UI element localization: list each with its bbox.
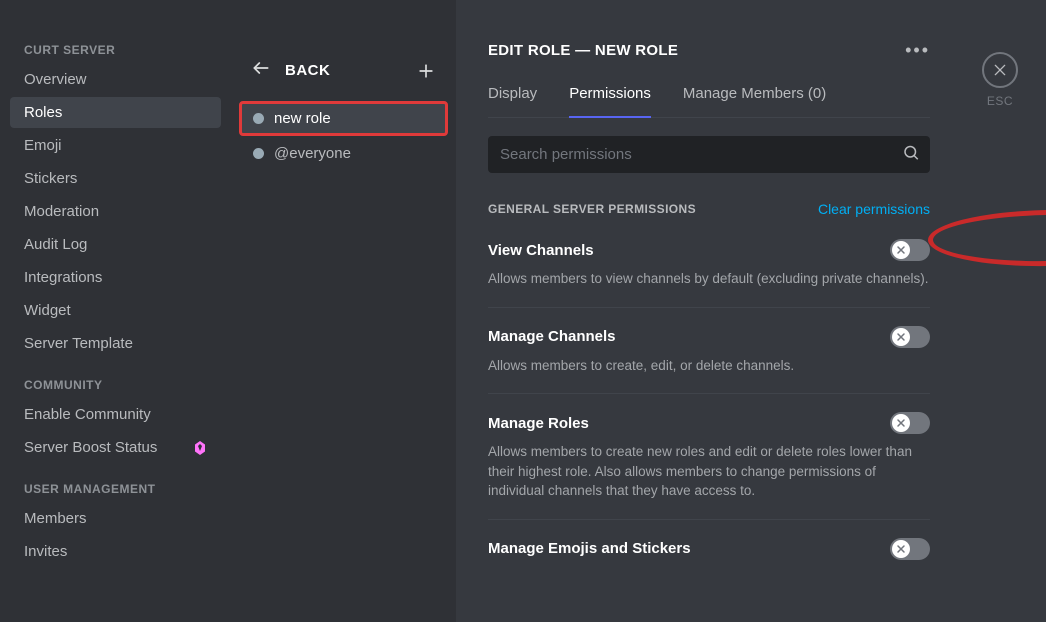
permission-manage-roles: Manage Roles Allows members to create ne… [488, 412, 930, 520]
sidebar-section-server: CURT SERVER [10, 25, 221, 63]
sidebar-item-overview[interactable]: Overview [10, 64, 221, 95]
close-button[interactable] [982, 52, 1018, 88]
sidebar-item-emoji[interactable]: Emoji [10, 130, 221, 161]
search-icon [902, 143, 920, 166]
sidebar-item-label: Overview [24, 71, 87, 88]
arrow-left-icon [251, 58, 271, 83]
sidebar-item-stickers[interactable]: Stickers [10, 163, 221, 194]
clear-permissions-link[interactable]: Clear permissions [818, 201, 930, 217]
role-name-label: new role [274, 110, 331, 127]
toggle-knob [892, 328, 910, 346]
toggle-knob [892, 241, 910, 259]
boost-gem-icon [193, 441, 207, 455]
permission-manage-channels: Manage Channels Allows members to create… [488, 326, 930, 395]
toggle-knob [892, 540, 910, 558]
roles-header-row: BACK [239, 50, 448, 101]
role-tabs: Display Permissions Manage Members (0) [488, 85, 930, 118]
permission-name: Manage Roles [488, 415, 589, 432]
search-permissions-input[interactable] [488, 136, 930, 173]
permission-description: Allows members to create new roles and e… [488, 442, 930, 501]
permissions-section-header: GENERAL SERVER PERMISSIONS [488, 202, 696, 216]
sidebar-item-roles[interactable]: Roles [10, 97, 221, 128]
server-settings-sidebar: CURT SERVER Overview Roles Emoji Sticker… [0, 0, 231, 622]
permission-description: Allows members to view channels by defau… [488, 269, 930, 289]
sidebar-item-label: Server Boost Status [24, 439, 157, 456]
sidebar-item-widget[interactable]: Widget [10, 295, 221, 326]
permission-name: View Channels [488, 242, 594, 259]
sidebar-section-user-management: USER MANAGEMENT [10, 464, 221, 502]
page-title: EDIT ROLE — NEW ROLE [488, 42, 678, 59]
annotation-ellipse [928, 208, 1046, 268]
permission-toggle[interactable] [890, 412, 930, 434]
role-item-everyone[interactable]: @everyone [239, 136, 448, 171]
sidebar-item-label: Widget [24, 302, 71, 319]
sidebar-item-invites[interactable]: Invites [10, 536, 221, 567]
permission-description: Allows members to create, edit, or delet… [488, 356, 930, 376]
add-role-button[interactable] [416, 61, 436, 81]
permission-name: Manage Channels [488, 328, 616, 345]
sidebar-item-integrations[interactable]: Integrations [10, 262, 221, 293]
sidebar-item-label: Enable Community [24, 406, 151, 423]
role-name-label: @everyone [274, 145, 351, 162]
edit-role-panel: EDIT ROLE — NEW ROLE ••• Display Permiss… [456, 0, 1046, 622]
search-permissions-wrapper [488, 136, 930, 173]
close-esc-group: ESC [982, 52, 1018, 108]
sidebar-item-label: Members [24, 510, 87, 527]
tab-display[interactable]: Display [488, 85, 537, 117]
sidebar-item-label: Integrations [24, 269, 102, 286]
sidebar-item-moderation[interactable]: Moderation [10, 196, 221, 227]
permission-view-channels: View Channels Allows members to view cha… [488, 239, 930, 308]
esc-label: ESC [987, 94, 1013, 108]
sidebar-item-label: Emoji [24, 137, 62, 154]
back-button[interactable]: BACK [251, 58, 330, 83]
sidebar-item-server-template[interactable]: Server Template [10, 328, 221, 359]
more-options-button[interactable]: ••• [905, 40, 930, 61]
permission-name: Manage Emojis and Stickers [488, 540, 691, 557]
tab-permissions[interactable]: Permissions [569, 85, 651, 118]
toggle-knob [892, 414, 910, 432]
sidebar-item-server-boost-status[interactable]: Server Boost Status [10, 432, 221, 463]
sidebar-item-label: Roles [24, 104, 62, 121]
sidebar-item-label: Stickers [24, 170, 77, 187]
permission-toggle[interactable] [890, 326, 930, 348]
sidebar-item-label: Moderation [24, 203, 99, 220]
sidebar-item-enable-community[interactable]: Enable Community [10, 399, 221, 430]
back-label: BACK [285, 62, 330, 79]
sidebar-item-label: Audit Log [24, 236, 87, 253]
sidebar-item-audit-log[interactable]: Audit Log [10, 229, 221, 260]
permission-toggle[interactable] [890, 538, 930, 560]
sidebar-section-community: COMMUNITY [10, 360, 221, 398]
role-item-new-role[interactable]: new role [239, 101, 448, 136]
sidebar-item-label: Server Template [24, 335, 133, 352]
role-color-dot [253, 113, 264, 124]
roles-list-panel: BACK new role @everyone [231, 0, 456, 622]
sidebar-item-members[interactable]: Members [10, 503, 221, 534]
permission-toggle[interactable] [890, 239, 930, 261]
sidebar-item-label: Invites [24, 543, 67, 560]
permission-manage-emojis-stickers: Manage Emojis and Stickers [488, 538, 930, 586]
role-color-dot [253, 148, 264, 159]
tab-manage-members[interactable]: Manage Members (0) [683, 85, 826, 117]
